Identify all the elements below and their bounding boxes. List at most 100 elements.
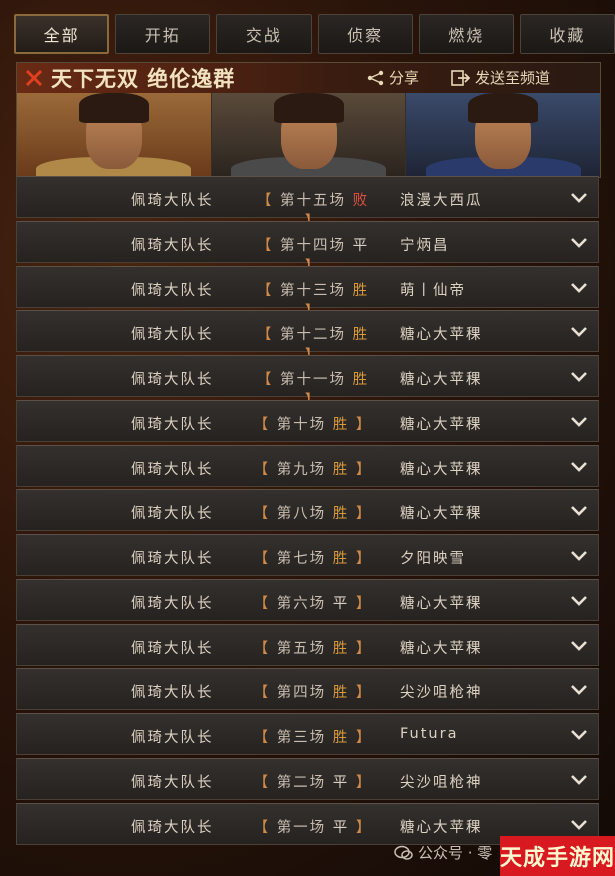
match-number: 第三场 [276, 730, 327, 746]
battle-record-row[interactable]: 佩琦大队长 【 第五场 胜 】 糖心大苹稞 [16, 623, 599, 666]
chevron-down-icon[interactable] [570, 682, 588, 700]
bracket-right: 】 [355, 595, 373, 612]
match-info: 【 第六场 平 】 [253, 592, 373, 613]
match-result: 平 [352, 237, 370, 254]
match-number: 第七场 [276, 551, 327, 567]
bracket-left: 【 [253, 819, 271, 836]
bracket-left: 【 [256, 282, 274, 299]
match-number: 第十二场 [280, 327, 346, 344]
chevron-down-icon[interactable] [570, 235, 588, 253]
battle-record-row[interactable]: 佩琦大队长【 第十二场 胜 】糖心大苹稞 [16, 310, 599, 364]
battle-record-row[interactable]: 佩琦大队长 【 第三场 胜 】 Futura [16, 713, 599, 755]
match-number: 第十一场 [280, 372, 346, 388]
bracket-left: 【 [256, 372, 274, 388]
battle-record-row[interactable]: 佩琦大队长 【 第二场 平 】 尖沙咀枪神 [16, 757, 599, 800]
opponent-name: 糖心大苹稞 [400, 819, 483, 836]
chevron-down-icon[interactable] [570, 414, 588, 432]
bracket-right: 】 [355, 730, 373, 746]
battle-record-row[interactable]: 佩琦大队长【 第十四场 平 】宁炳昌 [16, 220, 599, 275]
match-number: 第五场 [276, 640, 327, 657]
opponent-name: 糖心大苹稞 [400, 372, 483, 388]
bracket-right: 】 [355, 551, 373, 567]
match-number: 第六场 [276, 595, 327, 612]
send-icon [451, 69, 471, 86]
player-name: 佩琦大队长 [131, 237, 214, 254]
player-name: 佩琦大队长 [131, 327, 214, 344]
bracket-right: 】 [355, 774, 373, 791]
chevron-down-icon[interactable] [570, 593, 588, 611]
opponent-name: 糖心大苹稞 [400, 461, 483, 478]
player-name: 佩琦大队长 [131, 416, 214, 433]
chevron-down-icon[interactable] [570, 190, 588, 208]
match-number: 第四场 [276, 685, 327, 702]
player-name: 佩琦大队长 [131, 551, 214, 567]
battle-record-row[interactable]: 佩琦大队长 【 第八场 胜 】 糖心大苹稞 [16, 489, 599, 532]
match-result: 胜 [332, 685, 350, 702]
bracket-left: 【 [256, 237, 274, 254]
send-to-channel-button[interactable]: 发送至频道 [451, 67, 550, 88]
tab-favorites[interactable]: 收藏 [519, 14, 615, 54]
match-info: 【 第一场 平 】 [253, 816, 373, 837]
player-name: 佩琦大队长 [131, 506, 214, 523]
tab-bar: 全部 开拓 交战 侦察 燃烧 收藏 [0, 0, 615, 60]
hero-portrait-right [405, 93, 600, 177]
share-button[interactable]: 分享 [367, 67, 419, 88]
match-result: 败 [352, 193, 370, 209]
match-result: 胜 [352, 372, 370, 388]
battle-record-row[interactable]: 佩琦大队长【 第十五场 败 】浪漫大西瓜 [16, 176, 599, 230]
tab-burn[interactable]: 燃烧 [418, 14, 514, 54]
match-number: 第十三场 [280, 282, 346, 299]
hero-portraits [17, 93, 600, 177]
bracket-left: 【 [256, 193, 274, 209]
battle-record-row[interactable]: 佩琦大队长【 第十一场 胜 】糖心大苹稞 [16, 355, 599, 409]
opponent-name: Futura [400, 726, 459, 742]
battle-record-row[interactable]: 佩琦大队长 【 第六场 平 】 糖心大苹稞 [16, 578, 599, 621]
bracket-left: 【 [256, 327, 274, 344]
chevron-down-icon[interactable] [570, 369, 588, 387]
opponent-name: 糖心大苹稞 [400, 327, 483, 344]
match-number: 第八场 [276, 506, 327, 523]
watermark-text: 公众号 · 零 [418, 844, 493, 862]
opponent-name: 浪漫大西瓜 [400, 193, 483, 209]
battle-record-row[interactable]: 佩琦大队长 【 第四场 胜 】 尖沙咀枪神 [16, 668, 599, 711]
banner-title: 天下无双 绝伦逸群 [51, 66, 236, 91]
chevron-down-icon[interactable] [570, 817, 588, 835]
match-result: 胜 [332, 461, 350, 478]
chevron-down-icon[interactable] [570, 772, 588, 790]
tab-all[interactable]: 全部 [14, 14, 110, 54]
share-label: 分享 [389, 69, 420, 87]
match-info: 【 第五场 胜 】 [253, 637, 373, 658]
battle-record-row[interactable]: 佩琦大队长 【 第十场 胜 】 糖心大苹稞 [16, 399, 599, 442]
match-result: 胜 [332, 551, 350, 567]
chevron-down-icon[interactable] [570, 727, 588, 745]
chevron-down-icon[interactable] [570, 503, 588, 521]
chevron-down-icon[interactable] [570, 280, 588, 298]
tab-scout[interactable]: 侦察 [317, 14, 413, 54]
chevron-down-icon[interactable] [570, 548, 588, 566]
bracket-left: 【 [253, 595, 271, 612]
match-number: 第九场 [276, 461, 327, 478]
bracket-right: 】 [355, 461, 373, 478]
battle-record-row[interactable]: 佩琦大队长【 第十三场 胜 】萌丨仙帝 [16, 265, 599, 320]
match-number: 第十五场 [280, 193, 346, 209]
tab-explore[interactable]: 开拓 [115, 14, 211, 54]
opponent-name: 糖心大苹稞 [400, 506, 483, 523]
player-name: 佩琦大队长 [131, 730, 214, 746]
battle-banner: 天下无双 绝伦逸群 分享 发送至频道 [16, 62, 601, 178]
battle-record-row[interactable]: 佩琦大队长 【 第七场 胜 】 夕阳映雪 [16, 534, 599, 576]
chevron-down-icon[interactable] [570, 459, 588, 477]
chevron-down-icon[interactable] [570, 638, 588, 656]
opponent-name: 尖沙咀枪神 [400, 685, 483, 702]
match-info: 【 第二场 平 】 [253, 771, 373, 792]
match-result: 平 [332, 595, 350, 612]
chevron-down-icon[interactable] [570, 324, 588, 342]
opponent-name: 夕阳映雪 [400, 551, 466, 567]
player-name: 佩琦大队长 [131, 595, 214, 612]
tab-battle[interactable]: 交战 [216, 14, 312, 54]
match-number: 第二场 [276, 774, 327, 791]
battle-record-row[interactable]: 佩琦大队长 【 第九场 胜 】 糖心大苹稞 [16, 444, 599, 487]
bracket-right: 】 [355, 685, 373, 702]
bracket-left: 【 [253, 730, 271, 746]
player-name: 佩琦大队长 [131, 774, 214, 791]
hero-portrait-left [17, 93, 211, 177]
